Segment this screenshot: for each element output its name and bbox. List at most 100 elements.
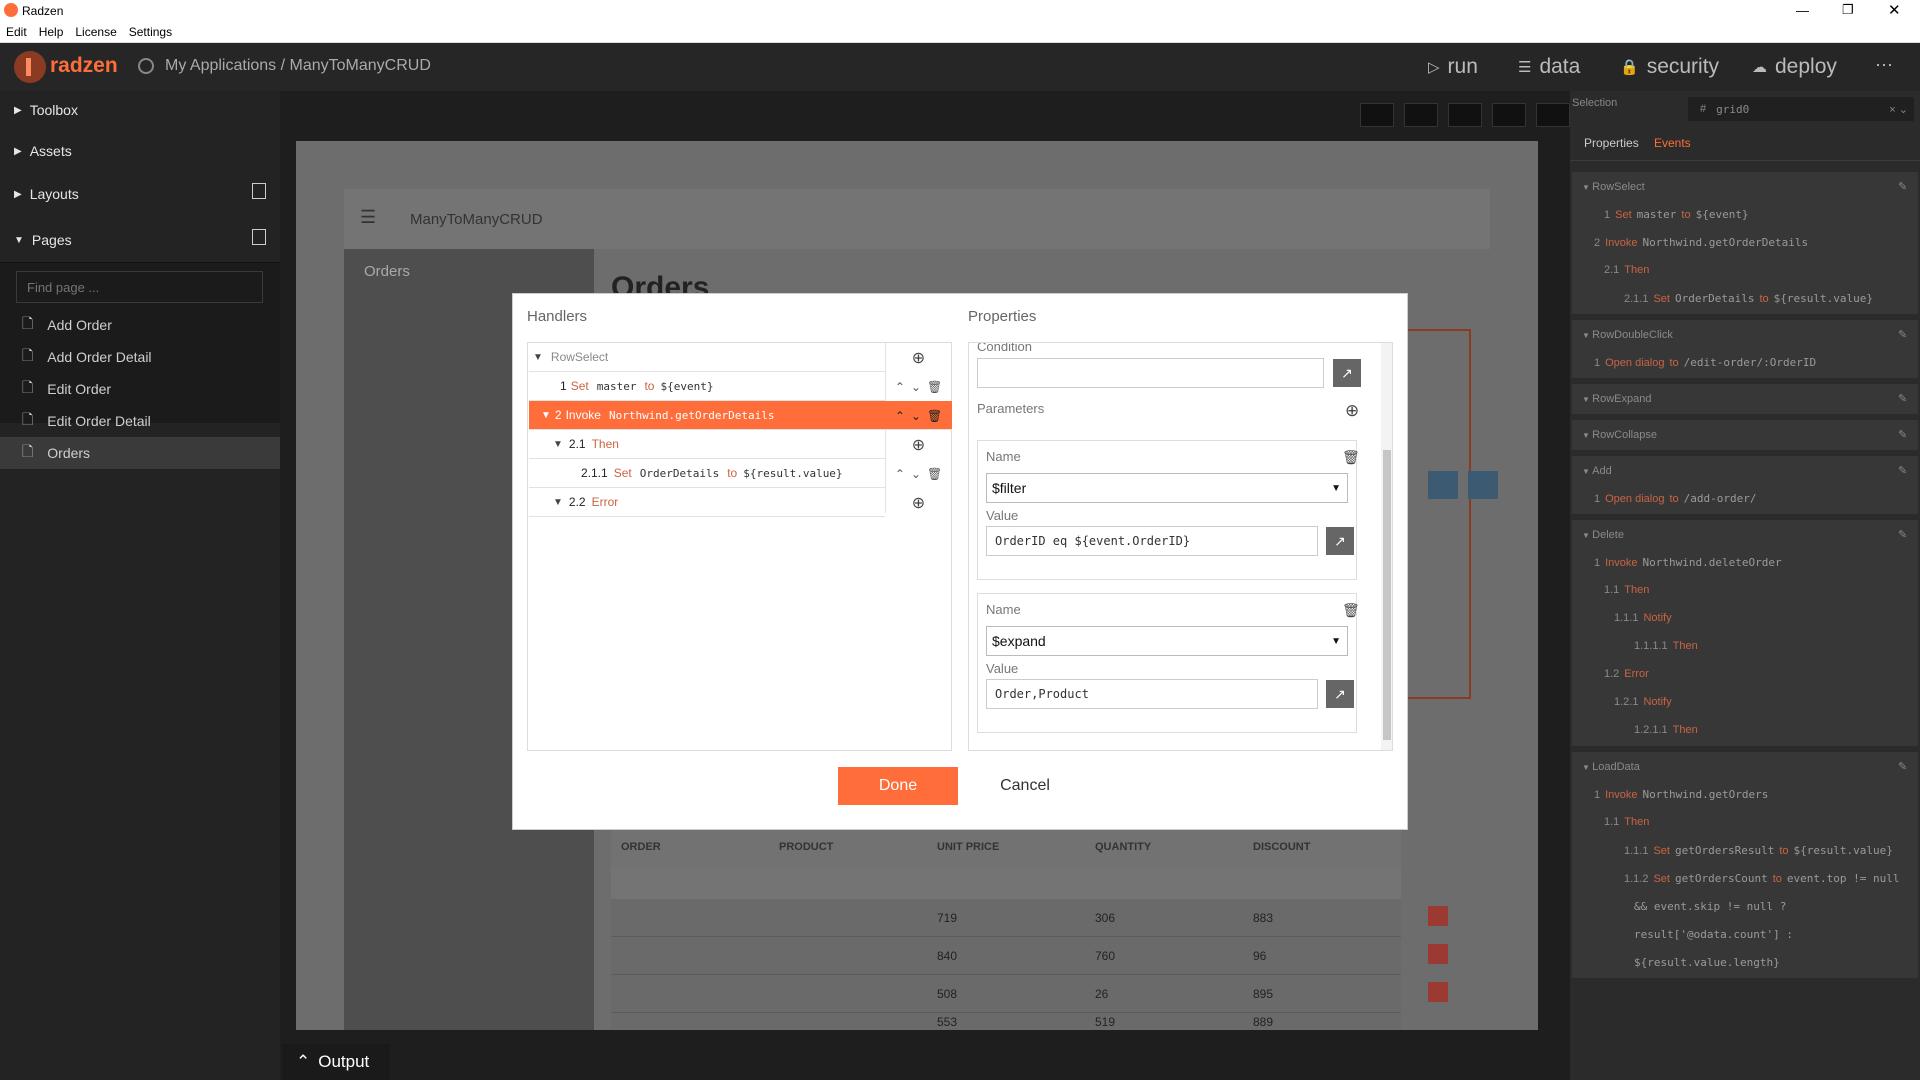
find-page-input[interactable]: [16, 271, 263, 303]
event-name[interactable]: ▼ LoadData: [1582, 761, 1640, 773]
edit-event-icon[interactable]: ✎: [1898, 428, 1907, 441]
move-up-icon[interactable]: ⌃: [895, 409, 905, 423]
page-orders[interactable]: 🗋 Orders: [0, 437, 280, 469]
pager-next-button[interactable]: [1428, 471, 1458, 499]
event-action-line[interactable]: 1.2 Error: [1604, 668, 1654, 680]
add-page-icon[interactable]: [252, 229, 266, 245]
device-phone-icon[interactable]: [1360, 103, 1394, 127]
move-up-icon[interactable]: ⌃: [895, 467, 905, 481]
breadcrumb[interactable]: My Applications / ManyToManyCRUD: [165, 57, 431, 75]
event-section[interactable]: ▼ RowDoubleClick ✎ 1 Open dialog to/edit-ord…: [1572, 320, 1918, 378]
event-name[interactable]: ▼ RowExpand: [1582, 393, 1651, 405]
nav-data[interactable]: ☰ data: [1518, 55, 1580, 79]
handler-row-rowselect[interactable]: ▼ RowSelect ⊕: [529, 343, 925, 372]
trash-icon[interactable]: 🗑: [1342, 449, 1360, 466]
device-phone-landscape-icon[interactable]: [1404, 103, 1438, 127]
edit-event-icon[interactable]: ✎: [1898, 528, 1907, 541]
edit-event-icon[interactable]: ✎: [1898, 464, 1907, 477]
event-action-line[interactable]: 1.1.1.1 Then: [1634, 640, 1703, 652]
close-window-icon[interactable]: ✕: [1888, 1, 1901, 19]
event-action-line[interactable]: 1 Open dialog to/edit-order/:OrderID: [1594, 356, 1821, 369]
page-edit-order[interactable]: 🗋 Edit Order: [0, 373, 280, 405]
layouts-section[interactable]: ▶ Layouts: [14, 186, 79, 202]
param-value-input[interactable]: Order,Product: [986, 679, 1318, 709]
cancel-button[interactable]: Cancel: [965, 767, 1085, 805]
event-name[interactable]: ▼ RowCollapse: [1582, 429, 1657, 441]
event-section[interactable]: ▼ Add ✎ 1 Open dialog to/add-order/: [1572, 456, 1918, 514]
table-row[interactable]: 840 760 96: [611, 937, 1401, 975]
page-edit-order-detail[interactable]: 🗋 Edit Order Detail: [0, 405, 280, 437]
event-action-line[interactable]: 1.2.1.1 Then: [1634, 724, 1703, 736]
param-value-input[interactable]: OrderID eq ${event.OrderID}: [986, 526, 1318, 556]
scrollbar-thumb[interactable]: [1383, 450, 1391, 740]
event-section[interactable]: ▼ RowSelect ✎ 1 Set master to ${event} 2 Invoke N…: [1572, 172, 1918, 314]
trash-icon[interactable]: 🗑: [927, 409, 942, 423]
menu-license[interactable]: License: [75, 25, 116, 39]
event-action-line[interactable]: result['@odata.count'] :: [1634, 928, 1798, 941]
edit-event-icon[interactable]: ✎: [1898, 760, 1907, 773]
event-section[interactable]: ▼ Delete ✎ 1 Invoke Northwind.deleteOrder 1.1…: [1572, 520, 1918, 746]
handler-row-2-selected[interactable]: ▼ 2 Invoke Northwind.getOrderDetails ⌃ ⌄ 🗑: [529, 401, 952, 430]
edit-event-icon[interactable]: ✎: [1898, 392, 1907, 405]
device-tablet-icon[interactable]: [1448, 103, 1482, 127]
selection-dropdown[interactable]: # grid0 × ⌄: [1688, 97, 1914, 121]
preview-nav-orders[interactable]: Orders: [364, 263, 410, 280]
minimize-icon[interactable]: —: [1796, 3, 1809, 18]
menu-edit[interactable]: Edit: [6, 25, 27, 39]
edit-event-icon[interactable]: ✎: [1898, 328, 1907, 341]
table-row[interactable]: 553 519 889: [611, 1013, 1401, 1051]
event-section[interactable]: ▼ LoadData ✎ 1 Invoke Northwind.getOrders 1.1…: [1572, 752, 1918, 978]
event-action-line[interactable]: 1.1.1 Notify: [1614, 612, 1677, 624]
event-action-line[interactable]: 1.1.1 Set getOrdersResult to ${result.value}: [1624, 844, 1898, 857]
toolbox-section[interactable]: ▶ Toolbox: [14, 102, 78, 118]
grid-col-discount[interactable]: DISCOUNT: [1243, 829, 1401, 869]
grid-col-quantity[interactable]: QUANTITY: [1085, 829, 1243, 869]
event-action-line[interactable]: && event.skip != null ?: [1634, 900, 1791, 913]
restore-icon[interactable]: ❐: [1842, 2, 1854, 18]
add-layout-icon[interactable]: [252, 183, 266, 199]
nav-run[interactable]: ▷ run: [1428, 55, 1478, 79]
add-circle-icon[interactable]: ⊕: [912, 348, 925, 368]
pages-section[interactable]: ▼ Pages: [14, 232, 72, 248]
tab-properties[interactable]: Properties: [1584, 136, 1639, 150]
event-action-line[interactable]: 1 Invoke Northwind.getOrders: [1594, 788, 1773, 801]
move-down-icon[interactable]: ⌄: [911, 467, 921, 481]
trash-icon[interactable]: 🗑: [927, 467, 942, 481]
event-action-line[interactable]: 1.1.2 Set getOrdersCount to event.top != nul…: [1624, 872, 1904, 885]
edit-event-icon[interactable]: ✎: [1898, 180, 1907, 193]
event-action-line[interactable]: 1 Invoke Northwind.deleteOrder: [1594, 556, 1787, 569]
assets-section[interactable]: ▶ Assets: [14, 143, 72, 159]
delete-row-icon[interactable]: [1428, 982, 1448, 1002]
event-action-line[interactable]: ${result.value.length}: [1634, 956, 1785, 969]
event-action-line[interactable]: 1.1 Then: [1604, 816, 1654, 828]
page-add-order-detail[interactable]: 🗋 Add Order Detail: [0, 341, 280, 373]
event-name[interactable]: ▼ Delete: [1582, 529, 1624, 541]
event-action-line[interactable]: 2 Invoke Northwind.getOrderDetails: [1594, 236, 1813, 249]
menu-help[interactable]: Help: [39, 25, 64, 39]
device-laptop-icon[interactable]: [1492, 103, 1526, 127]
delete-row-icon[interactable]: [1428, 906, 1448, 926]
event-name[interactable]: ▼ RowDoubleClick: [1582, 329, 1673, 341]
move-up-icon[interactable]: ⌃: [895, 380, 905, 394]
condition-input[interactable]: [977, 358, 1324, 388]
grid-col-product[interactable]: PRODUCT: [769, 829, 927, 869]
trash-icon[interactable]: 🗑: [927, 380, 942, 394]
add-parameter-icon[interactable]: ⊕: [1345, 401, 1359, 421]
event-action-line[interactable]: 2.1.1 Set OrderDetails to ${result.value}: [1624, 292, 1878, 305]
add-circle-icon[interactable]: ⊕: [912, 435, 925, 455]
expression-editor-button[interactable]: ↗: [1326, 680, 1354, 708]
pager-last-button[interactable]: [1468, 471, 1498, 499]
handler-row-2-2[interactable]: ▼ 2.2 Error ⊕: [529, 488, 925, 517]
expression-editor-button[interactable]: ↗: [1326, 527, 1354, 555]
grid-col-unit-price[interactable]: UNIT PRICE: [927, 829, 1085, 869]
add-circle-icon[interactable]: ⊕: [912, 493, 925, 513]
device-desktop-icon[interactable]: [1536, 103, 1570, 127]
output-tab[interactable]: ⌃ Output: [282, 1044, 390, 1080]
nav-deploy[interactable]: ☁ deploy: [1752, 55, 1837, 79]
hamburger-icon[interactable]: ☰: [360, 207, 376, 228]
grid-col-order[interactable]: ORDER: [611, 829, 769, 869]
move-down-icon[interactable]: ⌄: [911, 409, 921, 423]
tab-events[interactable]: Events: [1654, 136, 1691, 150]
handler-row-1[interactable]: 1 Set master to ${event} ⌃ ⌄ 🗑: [529, 372, 942, 401]
expression-editor-button[interactable]: ↗: [1333, 359, 1361, 387]
